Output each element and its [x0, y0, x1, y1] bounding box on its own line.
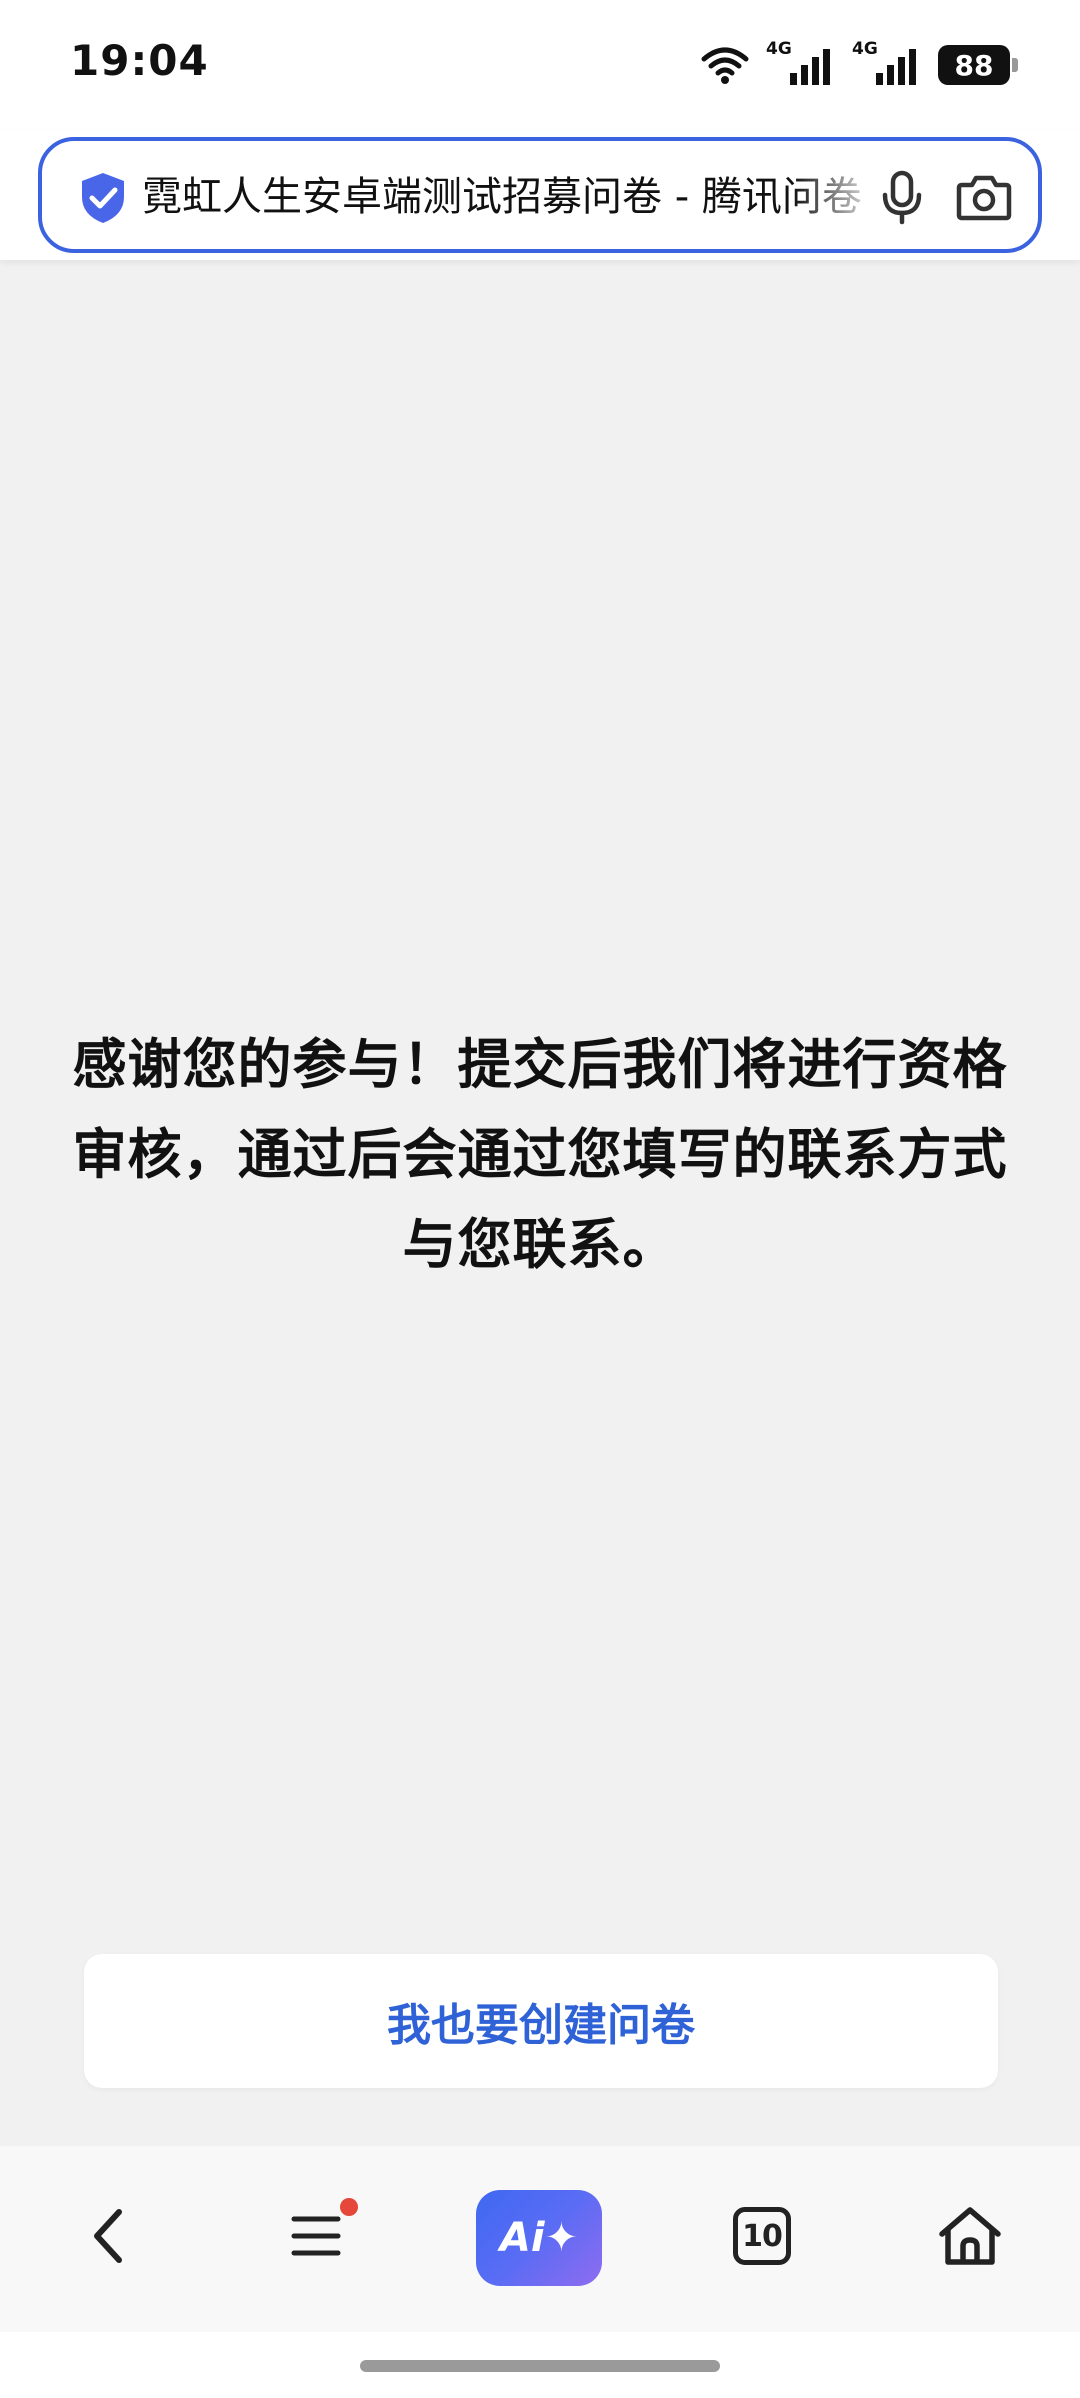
ai-assistant-button[interactable]: Ai✦ — [476, 2190, 602, 2286]
home-gesture-bar[interactable] — [360, 2360, 720, 2372]
cell-signal-1: 4G — [766, 39, 836, 87]
menu-icon — [291, 2216, 341, 2256]
home-icon — [939, 2207, 1001, 2265]
tabs-button[interactable]: 10 — [722, 2186, 802, 2286]
microphone-icon[interactable] — [872, 167, 932, 227]
back-icon — [94, 2209, 122, 2263]
bottom-nav: Ai✦ 10 — [0, 2146, 1080, 2332]
notification-dot — [340, 2198, 358, 2216]
home-button[interactable] — [930, 2186, 1010, 2286]
wifi-icon — [701, 47, 749, 84]
address-bar[interactable]: 霓虹人生安卓端测试招募问卷 - 腾讯问卷 — [38, 137, 1042, 253]
signal-bars-icon — [876, 49, 916, 85]
status-icons: 4G 4G 88 — [700, 39, 1018, 90]
cell-signal-2: 4G — [852, 39, 922, 87]
tabs-icon: 10 — [733, 2207, 791, 2265]
thank-you-message: 感谢您的参与！提交后我们将进行资格审核，通过后会通过您填写的联系方式与您联系。 — [72, 1033, 1008, 1276]
camera-icon[interactable] — [954, 167, 1014, 227]
status-time: 19:04 — [70, 36, 209, 85]
gesture-area — [0, 2332, 1080, 2398]
browser-toolbar: 霓虹人生安卓端测试招募问卷 - 腾讯问卷 — [0, 130, 1080, 260]
battery-indicator: 88 — [938, 45, 1018, 85]
shield-check-icon — [82, 173, 124, 223]
signal-bars-icon — [790, 49, 830, 85]
create-survey-button[interactable]: 我也要创建问卷 — [84, 1954, 998, 2088]
status-bar: 19:04 4G 4G 88 — [0, 0, 1080, 130]
page-title[interactable]: 霓虹人生安卓端测试招募问卷 - 腾讯问卷 — [142, 167, 882, 227]
back-button[interactable] — [70, 2186, 150, 2286]
